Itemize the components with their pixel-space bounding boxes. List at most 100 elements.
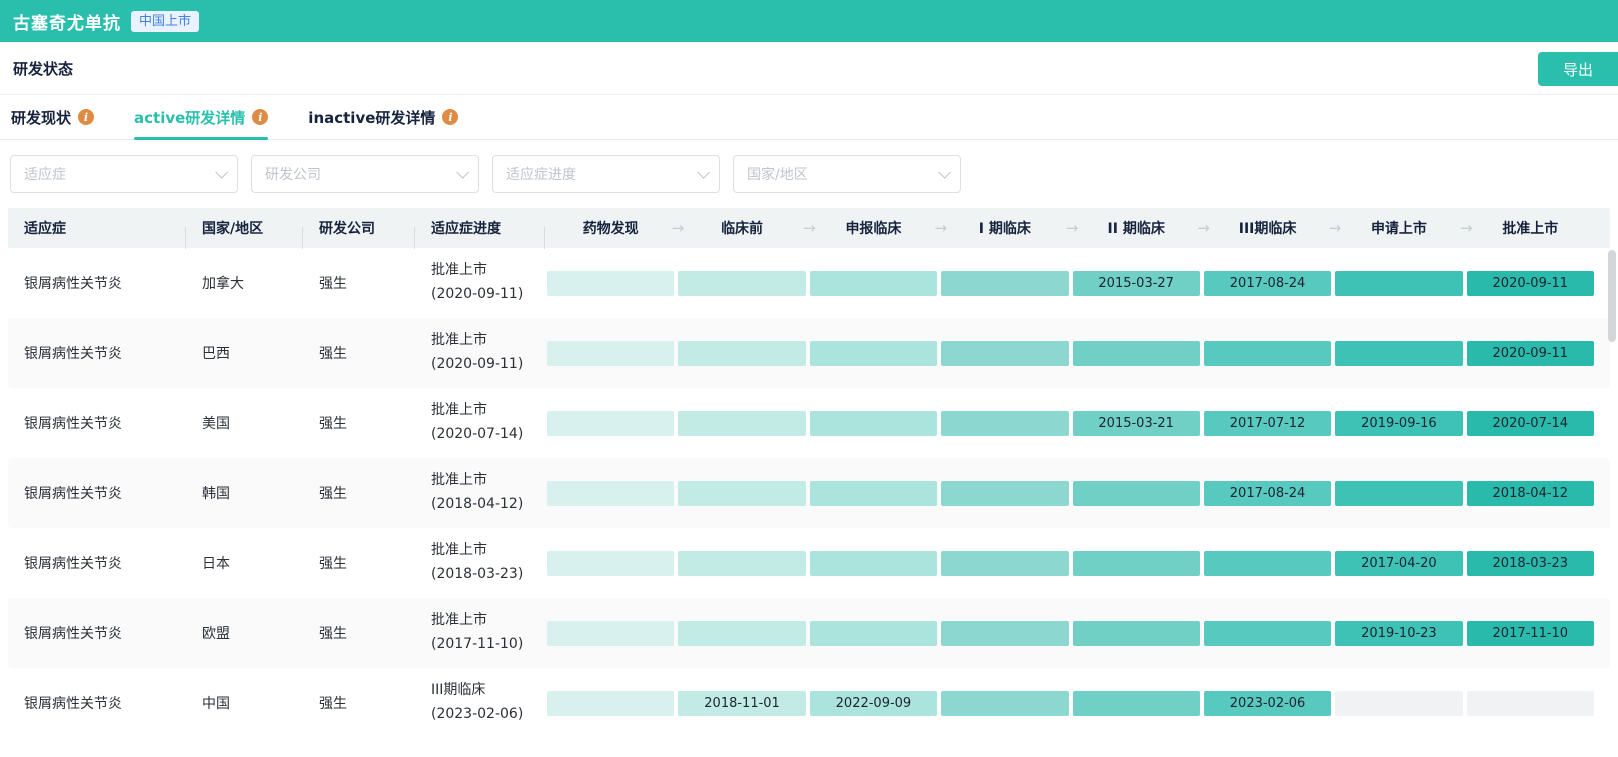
stage-bar (547, 551, 674, 576)
stage-cell (808, 481, 939, 506)
stage-cell: 2019-09-16 (1333, 411, 1464, 436)
stage-cell (545, 481, 676, 506)
stage-bar (810, 481, 937, 506)
stage-bar (810, 551, 937, 576)
progress-cell: 批准上市 (2017-11-10) (415, 609, 545, 657)
stage-bar (941, 341, 1068, 366)
stage-cell (676, 621, 807, 646)
header-progress: 适应症进度 (415, 218, 545, 238)
company-cell: 强生 (303, 413, 415, 433)
stage-bars: 2017-04-202018-03-23 (545, 551, 1610, 576)
tab-active-rd-detail[interactable]: active研发详情 i (134, 95, 268, 139)
table-row: 银屑病性关节炎 巴西 强生 批准上市 (2020-09-11) 2020-09-… (8, 318, 1610, 388)
progress-status: 批准上市 (431, 539, 545, 563)
stage-cell (808, 551, 939, 576)
filter-region[interactable]: 国家/地区 (733, 155, 961, 193)
stage-cell: 2015-03-21 (1071, 411, 1202, 436)
filter-placeholder: 研发公司 (265, 164, 321, 184)
stage-bar (810, 411, 937, 436)
tab-label: 研发现状 (11, 107, 71, 128)
stage-cell: 2018-11-01 (676, 691, 807, 716)
progress-date: (2017-11-10) (431, 633, 545, 657)
stage-bar: 2018-03-23 (1467, 551, 1594, 576)
stage-bar (1335, 481, 1462, 506)
stage-bar (1073, 481, 1200, 506)
stage-bars: 2019-10-232017-11-10 (545, 621, 1610, 646)
progress-cell: 批准上市 (2020-09-11) (415, 259, 545, 307)
stage-bar: 2017-04-20 (1335, 551, 1462, 576)
stage-bar (1204, 621, 1331, 646)
progress-date: (2020-09-11) (431, 353, 545, 377)
stage-bar-empty (1467, 691, 1594, 716)
indication-cell: 银屑病性关节炎 (8, 343, 186, 363)
stage-bar (678, 621, 805, 646)
stage-cell (1071, 691, 1202, 716)
tab-label: active研发详情 (134, 107, 245, 128)
stage-bar (547, 691, 674, 716)
info-icon[interactable]: i (78, 109, 94, 125)
stage-cell (808, 411, 939, 436)
region-cell: 韩国 (186, 483, 303, 503)
table-row: 银屑病性关节炎 欧盟 强生 批准上市 (2017-11-10) 2019-10-… (8, 598, 1610, 668)
pipeline-table: 适应症 国家/地区 研发公司 适应症进度 药物发现→ 临床前→ 申报临床→ I … (8, 208, 1610, 738)
stage-cell: 2017-08-24 (1202, 481, 1333, 506)
table-row: 银屑病性关节炎 日本 强生 批准上市 (2018-03-23) 2017-04-… (8, 528, 1610, 598)
chevron-down-icon (456, 166, 469, 179)
header-stage-preclinical: 临床前→ (676, 218, 807, 238)
stage-bar: 2020-07-14 (1467, 411, 1594, 436)
info-icon[interactable]: i (252, 109, 268, 125)
stage-bar (941, 411, 1068, 436)
header-indication: 适应症 (8, 218, 186, 238)
progress-cell: 批准上市 (2020-07-14) (415, 399, 545, 447)
stage-bar (1335, 341, 1462, 366)
filter-placeholder: 国家/地区 (747, 164, 808, 184)
indication-cell: 银屑病性关节炎 (8, 623, 186, 643)
stage-bar (678, 551, 805, 576)
header-stage-phase2: II 期临床→ (1071, 218, 1202, 238)
stage-bars: 2015-03-212017-07-122019-09-162020-07-14 (545, 411, 1610, 436)
stage-cell (545, 621, 676, 646)
stage-cell (676, 481, 807, 506)
progress-cell: 批准上市 (2020-09-11) (415, 329, 545, 377)
stage-bars: 2015-03-272017-08-242020-09-11 (545, 271, 1610, 296)
stage-cell (1333, 341, 1464, 366)
stage-cell (939, 271, 1070, 296)
stage-bar-empty (1335, 691, 1462, 716)
drug-banner: 古塞奇尤单抗 中国上市 (0, 0, 1618, 42)
header-stage-ind: 申报临床→ (808, 218, 939, 238)
stage-cell (808, 341, 939, 366)
stage-bar (941, 691, 1068, 716)
stage-cell (1465, 691, 1596, 716)
stage-headers: 药物发现→ 临床前→ 申报临床→ I 期临床→ II 期临床→ III期临床→ … (545, 218, 1610, 238)
stage-cell (545, 341, 676, 366)
info-icon[interactable]: i (442, 109, 458, 125)
stage-cell (1071, 621, 1202, 646)
progress-status: 批准上市 (431, 469, 545, 493)
stage-bar (1204, 551, 1331, 576)
tab-inactive-rd-detail[interactable]: inactive研发详情 i (308, 95, 458, 139)
stage-cell (676, 551, 807, 576)
stage-cell (1202, 621, 1333, 646)
stage-bar (941, 271, 1068, 296)
stage-bar: 2017-07-12 (1204, 411, 1331, 436)
table-row: 银屑病性关节炎 韩国 强生 批准上市 (2018-04-12) 2017-08-… (8, 458, 1610, 528)
stage-bar (1204, 341, 1331, 366)
stage-cell: 2018-04-12 (1465, 481, 1596, 506)
stage-cell (1333, 481, 1464, 506)
table-body: 银屑病性关节炎 加拿大 强生 批准上市 (2020-09-11) 2015-03… (8, 248, 1610, 738)
stage-bar: 2015-03-21 (1073, 411, 1200, 436)
filter-progress[interactable]: 适应症进度 (492, 155, 720, 193)
stage-bar (810, 271, 937, 296)
stage-cell: 2017-11-10 (1465, 621, 1596, 646)
filter-company[interactable]: 研发公司 (251, 155, 479, 193)
progress-date: (2018-03-23) (431, 563, 545, 587)
stage-cell (1071, 481, 1202, 506)
export-button[interactable]: 导出 (1538, 52, 1618, 86)
region-cell: 日本 (186, 553, 303, 573)
filter-indication[interactable]: 适应症 (10, 155, 238, 193)
progress-date: (2018-04-12) (431, 493, 545, 517)
tab-rd-status[interactable]: 研发现状 i (11, 95, 94, 139)
stage-bar (941, 481, 1068, 506)
vertical-scrollbar-thumb[interactable] (1608, 250, 1616, 342)
indication-cell: 银屑病性关节炎 (8, 273, 186, 293)
